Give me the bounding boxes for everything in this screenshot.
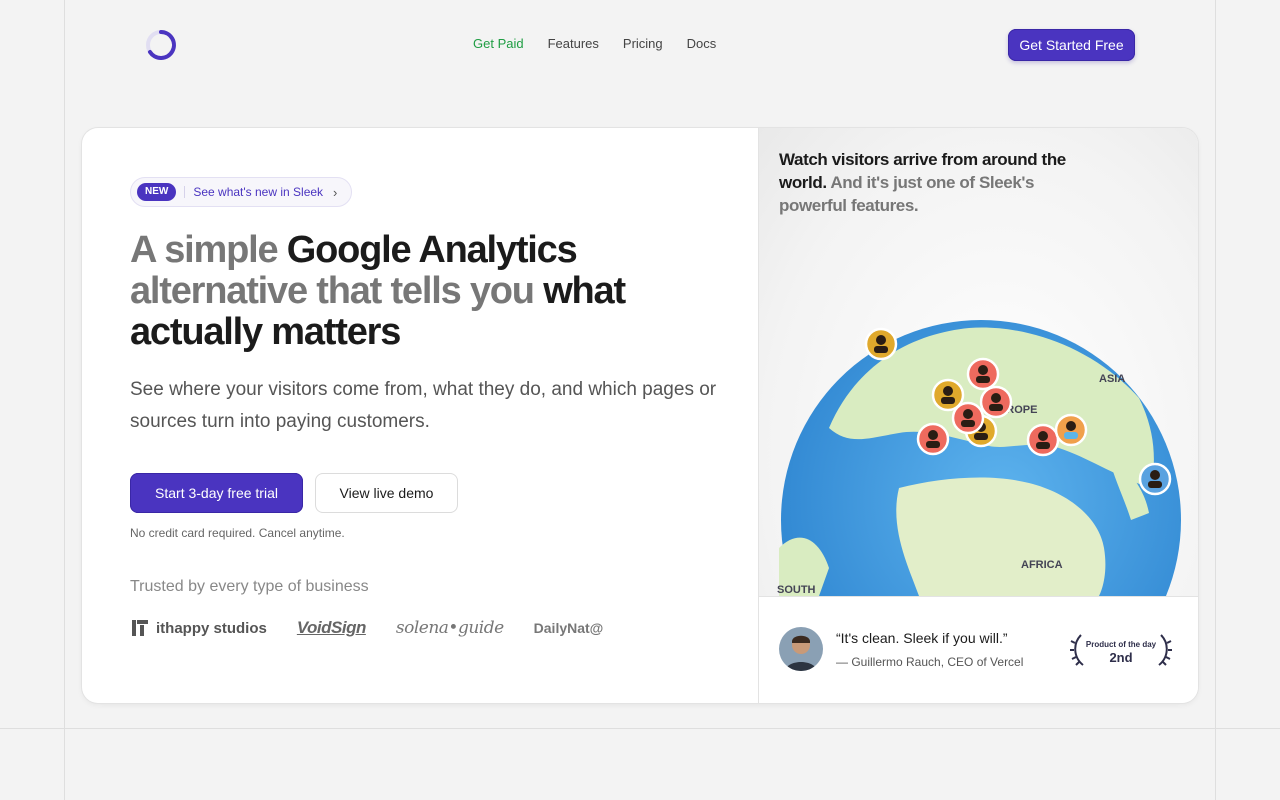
label-asia: ASIA — [1099, 373, 1125, 385]
visitor-avatar-9[interactable] — [1054, 413, 1088, 447]
hero-left: NEW See what's new in Sleek › A simple G… — [82, 128, 758, 703]
pill-divider — [184, 186, 186, 198]
globe-caption: Watch visitors arrive from around the wo… — [779, 148, 1079, 217]
visitor-avatar-8[interactable] — [1026, 423, 1060, 457]
headline-part-1: A simple — [130, 229, 287, 271]
hero-subtitle: See where your visitors come from, what … — [130, 379, 717, 432]
visitor-avatar-6[interactable] — [951, 401, 985, 435]
hero-right: ASIA EUROPE AFRICA SOUTH Watch visitors … — [758, 128, 1198, 703]
sleek-logo-icon[interactable] — [144, 28, 178, 62]
nav-link-get-paid[interactable]: Get Paid — [473, 36, 524, 51]
guide-line-bottom — [0, 728, 1280, 729]
logo-ithappy: ithappy studios — [130, 618, 267, 638]
nav-link-pricing[interactable]: Pricing — [623, 36, 663, 51]
whats-new-text: See what's new in Sleek — [193, 185, 324, 199]
testimonial-author: — Guillermo Rauch, CEO of Vercel — [836, 655, 1024, 669]
visitor-avatar-4[interactable] — [979, 385, 1013, 419]
testimonial: “It's clean. Sleek if you will.” — Guill… — [759, 596, 1198, 703]
logo-dailynat: DailyNat@ — [533, 620, 604, 636]
nav-link-docs[interactable]: Docs — [687, 36, 717, 51]
visitor-avatar-7[interactable] — [916, 422, 950, 456]
nav-links: Get Paid Features Pricing Docs — [473, 36, 716, 51]
award-title: Product of the day — [1085, 640, 1157, 649]
headline-part-2: Google Analytics — [286, 229, 578, 271]
hero-headline: A simple Google Analytics alternative th… — [130, 230, 690, 353]
ithappy-mark-icon — [132, 620, 148, 636]
award-rank: 2nd — [1109, 650, 1133, 665]
get-started-button[interactable]: Get Started Free — [1008, 29, 1135, 61]
guide-line-left — [64, 0, 65, 800]
visitor-avatar-10[interactable] — [1138, 462, 1172, 496]
globe-panel: ASIA EUROPE AFRICA SOUTH Watch visitors … — [759, 128, 1198, 596]
customer-logos: ithappy studios VoidSign solena•guide Da… — [130, 618, 603, 638]
start-trial-button[interactable]: Start 3-day free trial — [130, 473, 303, 513]
logo-ithappy-text: ithappy studios — [156, 619, 267, 637]
label-south: SOUTH — [777, 584, 816, 596]
trusted-heading: Trusted by every type of business — [130, 578, 369, 595]
product-of-the-day-badge[interactable]: Product of the day 2nd — [1069, 631, 1173, 669]
hero-card: NEW See what's new in Sleek › A simple G… — [82, 128, 1198, 703]
no-credit-card-note: No credit card required. Cancel anytime. — [130, 526, 345, 540]
chevron-right-icon: › — [333, 184, 338, 200]
visitor-avatar-1[interactable] — [864, 327, 898, 361]
nav-link-features[interactable]: Features — [548, 36, 599, 51]
view-demo-button[interactable]: View live demo — [315, 473, 458, 513]
logo-solena-guide: solena•guide — [395, 618, 504, 638]
new-badge: NEW — [137, 183, 177, 201]
whats-new-pill[interactable]: NEW See what's new in Sleek › — [130, 177, 352, 207]
headline-part-3: alternative that tells you — [130, 270, 544, 312]
guide-line-right — [1215, 0, 1216, 800]
logo-voidsign: VoidSign — [296, 618, 367, 637]
testimonial-quote: “It's clean. Sleek if you will.” — [836, 630, 1008, 646]
guillermo-avatar — [779, 627, 823, 671]
label-africa: AFRICA — [1021, 559, 1063, 571]
visitor-avatar-2[interactable] — [966, 357, 1000, 391]
top-nav: Get Paid Features Pricing Docs Get Start… — [0, 0, 1280, 88]
